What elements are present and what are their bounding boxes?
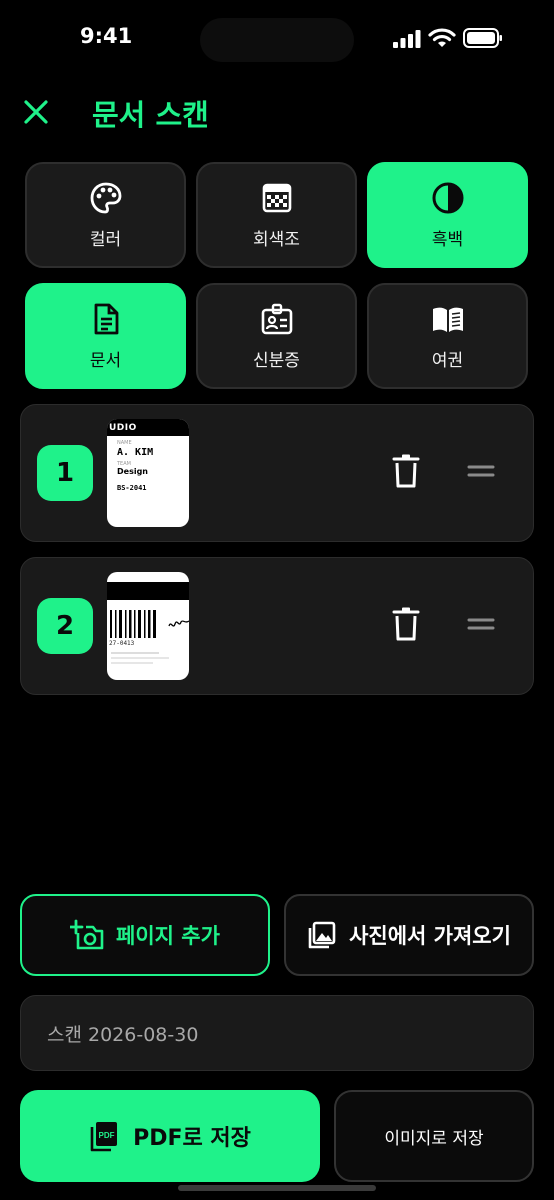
- doc-type-document-button[interactable]: 문서: [25, 283, 186, 389]
- document-icon: [94, 303, 118, 334]
- page-card[interactable]: 2 27-0413: [20, 557, 534, 695]
- color-mode-label: 흑백: [431, 229, 464, 250]
- pdf-file-icon: PDF: [90, 1122, 118, 1152]
- thumb-code-text: 27-0413: [109, 640, 135, 647]
- add-camera-icon: [70, 919, 104, 950]
- page-title: 문서 스캔: [92, 98, 209, 132]
- color-mode-color-button[interactable]: 컬러: [25, 162, 186, 268]
- home-indicator[interactable]: [178, 1185, 376, 1191]
- page-thumbnail[interactable]: 27-0413: [107, 572, 189, 680]
- battery-icon: [463, 28, 502, 48]
- thumb-magstripe: [107, 582, 189, 600]
- wifi-icon: [428, 28, 456, 47]
- contrast-icon: [432, 182, 463, 213]
- close-icon[interactable]: [20, 96, 52, 128]
- save-image-label: 이미지로 저장: [384, 1128, 484, 1149]
- drag-handle-icon[interactable]: [465, 612, 497, 636]
- thumb-code-text: BS-2041: [117, 484, 147, 492]
- save-image-button[interactable]: 이미지로 저장: [334, 1090, 534, 1182]
- import-photo-label: 사진에서 가져오기: [349, 924, 511, 948]
- doc-type-id-card-button[interactable]: 신분증: [196, 283, 357, 389]
- color-mode-label: 컬러: [89, 229, 122, 250]
- grayscale-icon: [262, 183, 291, 212]
- doc-type-label: 신분증: [253, 350, 300, 371]
- photo-library-icon: [308, 921, 336, 949]
- filename-input[interactable]: [20, 995, 534, 1071]
- trash-icon[interactable]: [391, 453, 421, 489]
- thumb-header-text: UDIO: [107, 419, 189, 436]
- page-number-badge: 1: [37, 445, 93, 501]
- drag-handle-icon[interactable]: [465, 459, 497, 483]
- page-card[interactable]: 1 UDIO NAME A. KIM TEAM Design BS-2041: [20, 404, 534, 542]
- thumb-dept-text: Design: [117, 467, 148, 476]
- passport-book-icon: [432, 307, 463, 332]
- add-page-label: 페이지 추가: [116, 924, 220, 948]
- color-mode-bw-button[interactable]: 흑백: [367, 162, 528, 268]
- save-pdf-label: PDF로 저장: [133, 1126, 251, 1151]
- trash-icon[interactable]: [391, 606, 421, 642]
- svg-text:PDF: PDF: [99, 1131, 115, 1140]
- import-photo-button[interactable]: 사진에서 가져오기: [284, 894, 534, 976]
- dynamic-island: [200, 18, 354, 62]
- color-mode-grayscale-button[interactable]: 회색조: [196, 162, 357, 268]
- cellular-signal-icon: [393, 30, 421, 48]
- id-card-icon: [261, 303, 292, 334]
- doc-type-label: 문서: [89, 350, 122, 371]
- doc-type-label: 여권: [431, 350, 464, 371]
- save-pdf-button[interactable]: PDF PDF로 저장: [20, 1090, 320, 1182]
- thumb-small-text: NAME: [117, 440, 132, 446]
- doc-type-passport-button[interactable]: 여권: [367, 283, 528, 389]
- thumb-fine-print: [111, 652, 169, 664]
- status-bar: 9:41: [0, 0, 554, 80]
- page-thumbnail[interactable]: UDIO NAME A. KIM TEAM Design BS-2041: [107, 419, 189, 527]
- barcode-graphic: [110, 610, 189, 638]
- color-mode-label: 회색조: [253, 229, 300, 250]
- palette-icon: [90, 182, 121, 213]
- status-time: 9:41: [80, 24, 133, 48]
- thumb-name-text: A. KIM: [117, 447, 154, 458]
- page-number-badge: 2: [37, 598, 93, 654]
- add-page-button[interactable]: 페이지 추가: [20, 894, 270, 976]
